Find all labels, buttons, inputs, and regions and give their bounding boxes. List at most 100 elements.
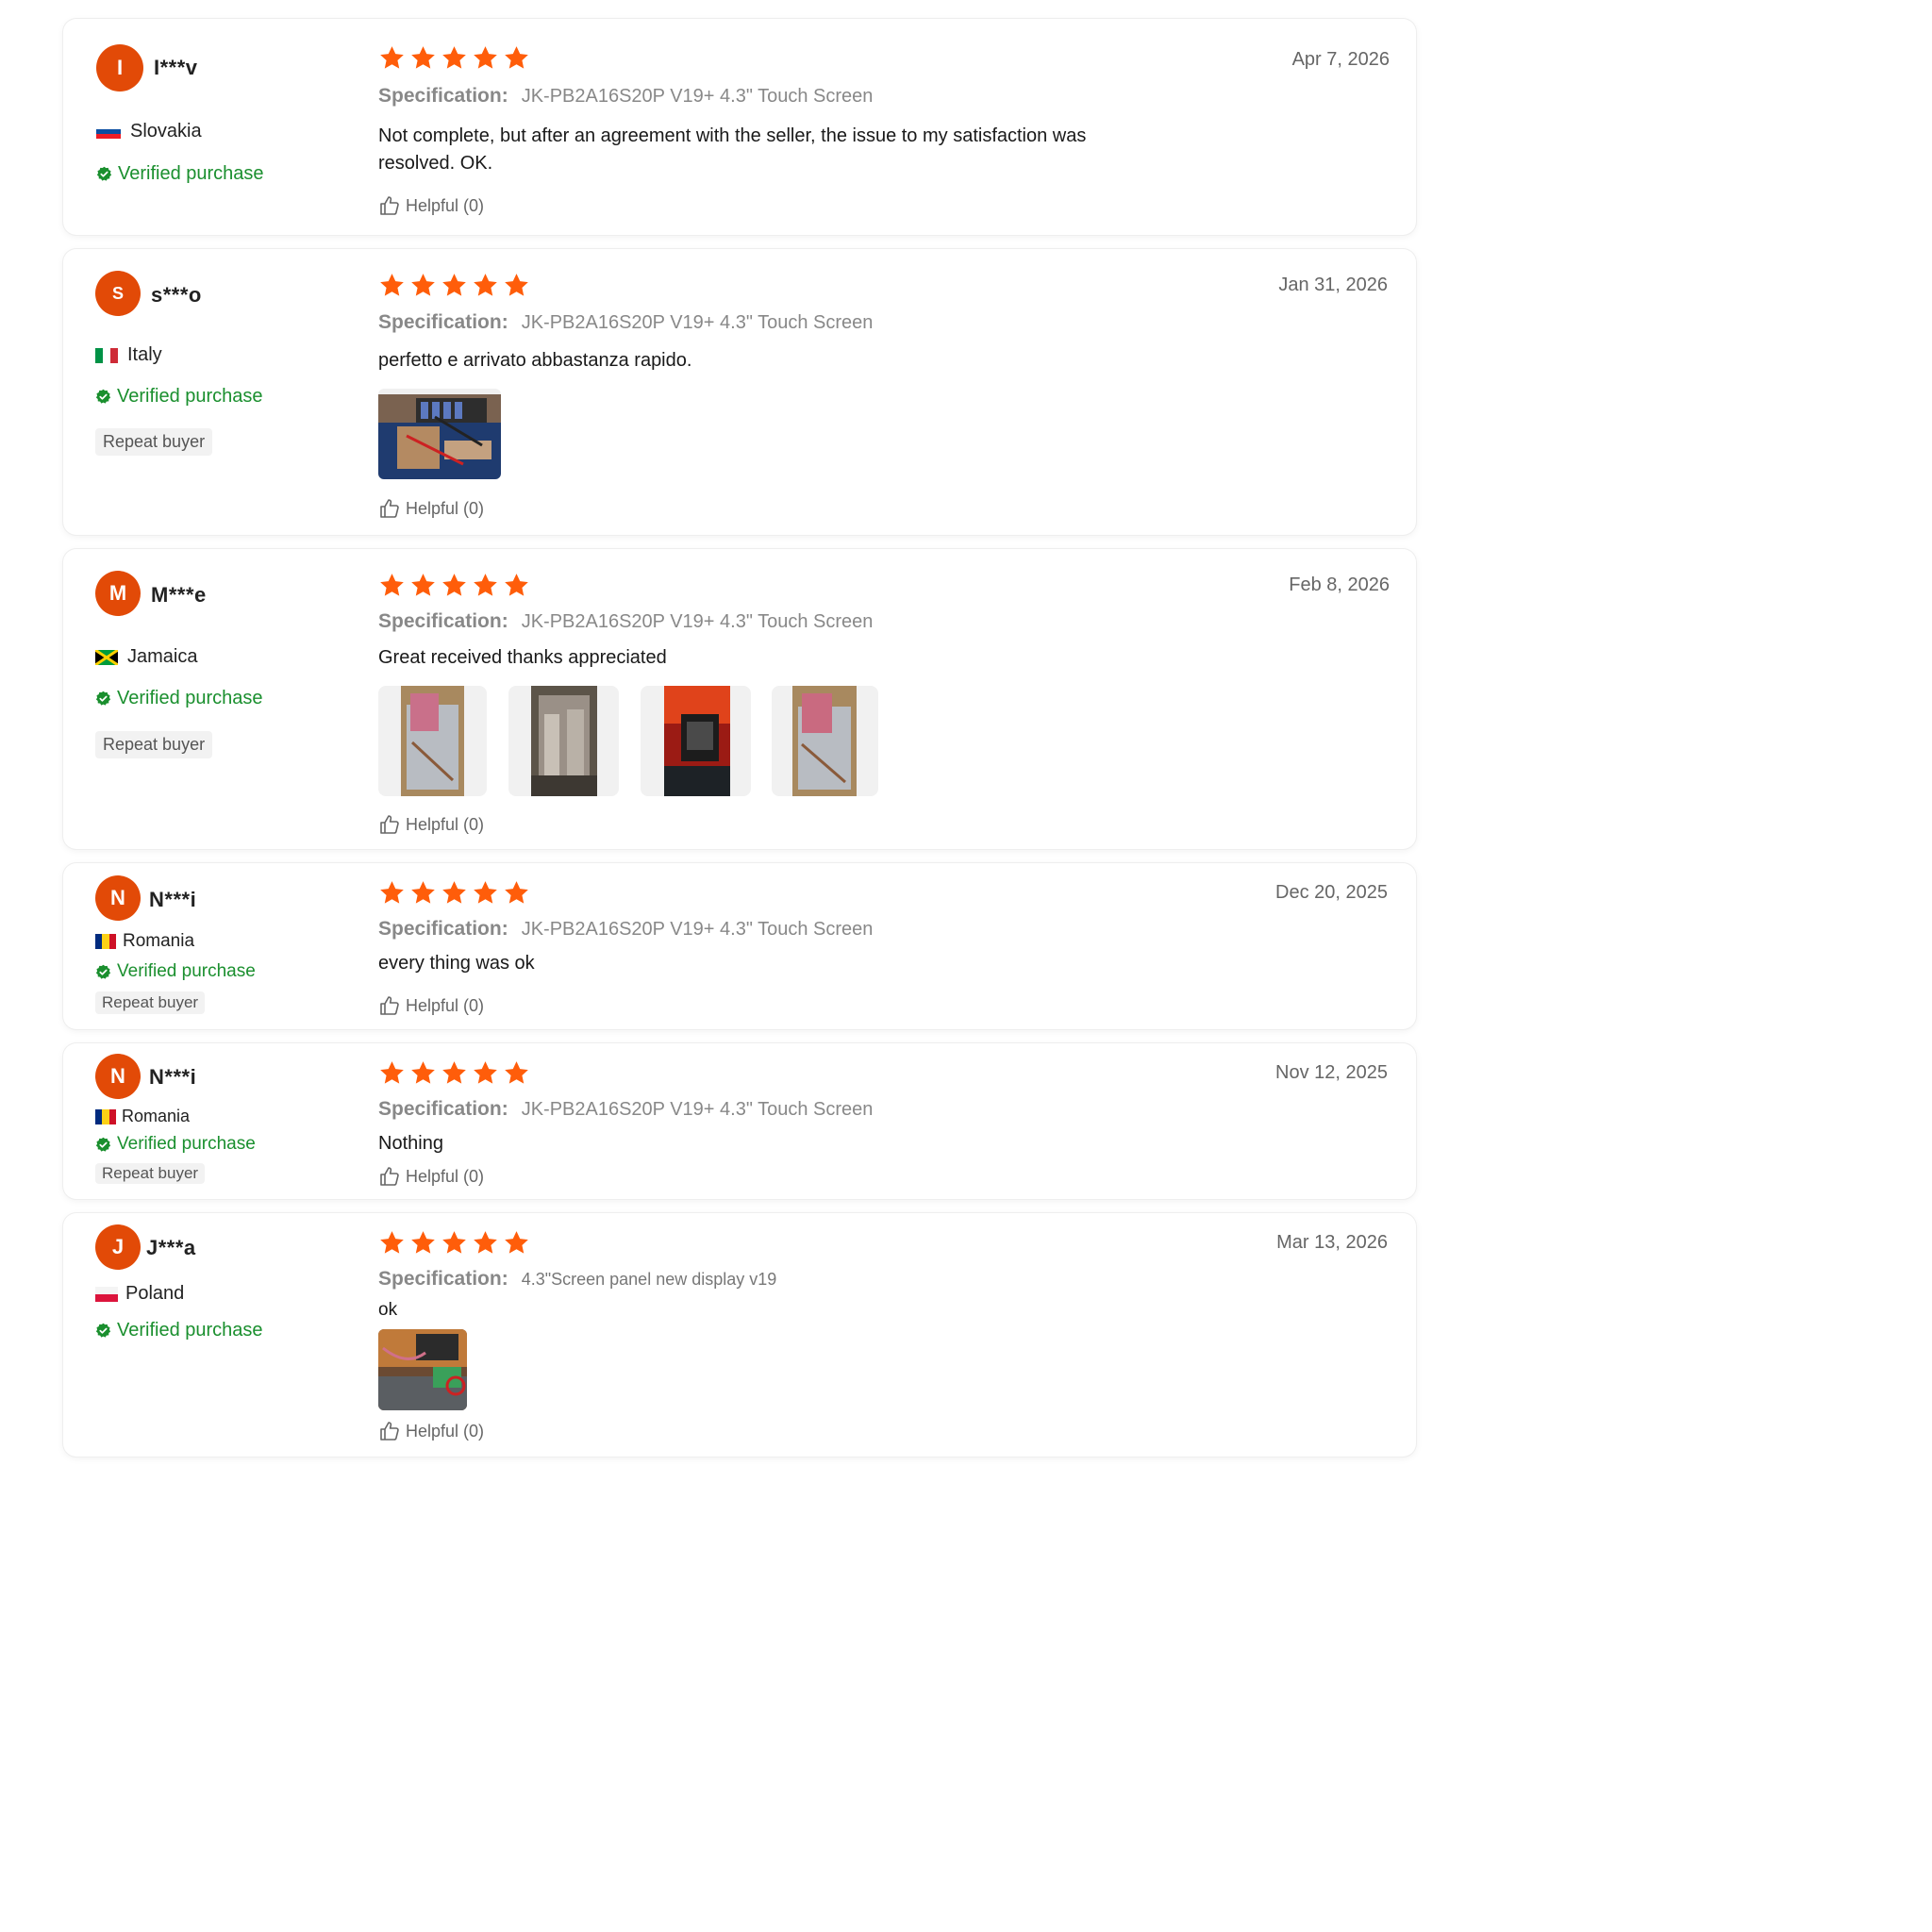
helpful-button[interactable]: Helpful (0)	[378, 994, 484, 1017]
verified-label: Verified purchase	[117, 961, 256, 981]
verified-check-icon	[95, 1137, 111, 1153]
review-text: Nothing	[378, 1133, 443, 1154]
country-label: Jamaica	[127, 646, 198, 667]
review-card: S s***o Italy Verified purchase Repeat b…	[63, 249, 1416, 535]
country-label: Poland	[125, 1283, 185, 1304]
star-icon	[409, 1229, 437, 1257]
verified-purchase: Verified purchase	[95, 961, 256, 982]
star-icon	[409, 272, 437, 299]
star-icon	[409, 44, 437, 72]
star-icon	[503, 1229, 530, 1257]
review-text: ok	[378, 1300, 398, 1320]
review-date: Feb 8, 2026	[1289, 575, 1390, 595]
thumbs-up-icon	[378, 1420, 401, 1442]
helpful-button[interactable]: Helpful (0)	[378, 194, 484, 217]
country-label: Slovakia	[130, 121, 202, 142]
poland-flag-icon	[95, 1286, 118, 1302]
verified-purchase: Verified purchase	[95, 1134, 256, 1155]
star-icon	[503, 879, 530, 907]
reviewer-name: I***v	[154, 56, 198, 79]
review-text: Not complete, but after an agreement wit…	[378, 125, 1087, 174]
star-icon	[378, 272, 406, 299]
romania-flag-icon	[95, 1108, 116, 1124]
helpful-button[interactable]: Helpful (0)	[378, 1420, 484, 1442]
specification: Specification: JK-PB2A16S20P V19+ 4.3" To…	[378, 311, 873, 334]
star-icon	[378, 44, 406, 72]
photo-image	[531, 686, 597, 796]
star-icon	[378, 1229, 406, 1257]
romania-flag-icon	[95, 934, 116, 949]
italy-flag-icon	[95, 347, 118, 363]
helpful-label: Helpful (0)	[406, 1166, 485, 1186]
star-icon	[472, 572, 499, 599]
spec-label: Specification:	[378, 918, 508, 940]
review-date: Mar 13, 2026	[1276, 1232, 1388, 1253]
specification: Specification: JK-PB2A16S20P V19+ 4.3" To…	[378, 918, 873, 941]
verified-label: Verified purchase	[118, 163, 264, 184]
helpful-button[interactable]: Helpful (0)	[378, 1165, 484, 1188]
review-photo[interactable]	[378, 1329, 467, 1410]
verified-label: Verified purchase	[117, 1320, 263, 1341]
avatar: N	[95, 875, 141, 921]
star-icon	[503, 572, 530, 599]
review-photo[interactable]	[772, 686, 878, 796]
star-icon	[409, 572, 437, 599]
star-icon	[378, 879, 406, 907]
star-icon	[441, 572, 468, 599]
star-icon	[472, 1059, 499, 1087]
country-label: Romania	[122, 1107, 191, 1125]
verified-check-icon	[96, 166, 112, 182]
verified-check-icon	[95, 691, 111, 707]
review-text: every thing was ok	[378, 953, 535, 974]
review-card: N N***i Romania Verified purchase Repeat…	[63, 1043, 1416, 1199]
verified-label: Verified purchase	[117, 1134, 256, 1154]
verified-label: Verified purchase	[117, 386, 263, 407]
verified-purchase: Verified purchase	[96, 163, 264, 185]
star-icon	[503, 1059, 530, 1087]
verified-purchase: Verified purchase	[95, 688, 263, 709]
review-card: M M***e Jamaica Verified purchase Repeat…	[63, 549, 1416, 849]
helpful-label: Helpful (0)	[406, 195, 485, 215]
star-rating	[378, 44, 530, 72]
photo-image	[378, 1329, 467, 1410]
verified-label: Verified purchase	[117, 688, 263, 708]
thumbs-up-icon	[378, 497, 401, 520]
review-photo[interactable]	[508, 686, 619, 796]
helpful-button[interactable]: Helpful (0)	[378, 497, 484, 520]
spec-label: Specification:	[378, 311, 508, 333]
reviewer-country: Slovakia	[96, 121, 202, 142]
star-icon	[441, 272, 468, 299]
review-photo[interactable]	[378, 389, 501, 479]
review-photo[interactable]	[641, 686, 751, 796]
avatar: I	[96, 44, 143, 92]
repeat-buyer-badge: Repeat buyer	[95, 1163, 206, 1184]
reviewer-country: Romania	[95, 1107, 190, 1126]
spec-label: Specification:	[378, 1098, 508, 1120]
star-icon	[472, 272, 499, 299]
review-photo[interactable]	[378, 686, 487, 796]
star-icon	[472, 44, 499, 72]
specification: Specification: JK-PB2A16S20P V19+ 4.3" To…	[378, 85, 873, 108]
star-icon	[378, 572, 406, 599]
star-icon	[378, 1059, 406, 1087]
avatar: J	[95, 1224, 141, 1270]
thumbs-up-icon	[378, 813, 401, 836]
verified-check-icon	[95, 964, 111, 980]
star-rating	[378, 272, 530, 299]
helpful-label: Helpful (0)	[406, 498, 485, 518]
helpful-button[interactable]: Helpful (0)	[378, 813, 484, 836]
avatar: S	[95, 271, 141, 316]
star-icon	[441, 879, 468, 907]
repeat-buyer-badge: Repeat buyer	[95, 991, 206, 1014]
star-icon	[441, 1229, 468, 1257]
reviewer-country: Jamaica	[95, 646, 197, 668]
review-date: Dec 20, 2025	[1275, 882, 1388, 903]
reviewer-name: N***i	[149, 888, 197, 911]
reviewer-name: s***o	[151, 283, 202, 307]
spec-value: JK-PB2A16S20P V19+ 4.3" Touch Screen	[521, 919, 874, 940]
specification: Specification: 4.3"Screen panel new displ…	[378, 1268, 776, 1291]
specification: Specification: JK-PB2A16S20P V19+ 4.3" To…	[378, 610, 873, 633]
thumbs-up-icon	[378, 994, 401, 1017]
avatar: M	[95, 571, 141, 616]
review-text: perfetto e arrivato abbastanza rapido.	[378, 350, 692, 371]
